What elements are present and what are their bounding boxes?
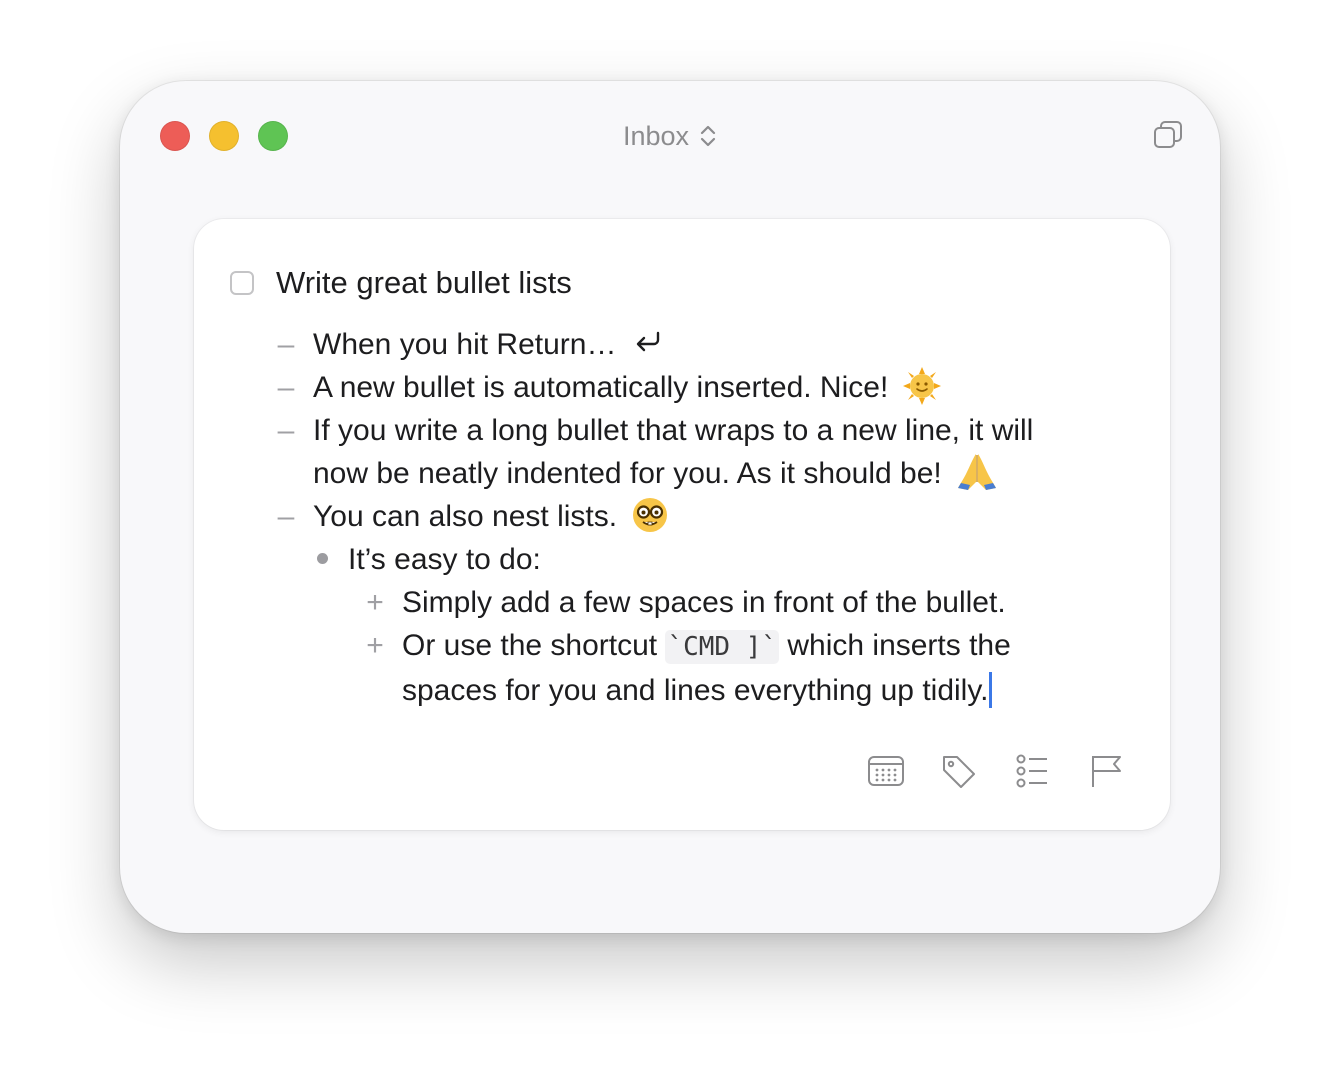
sun-with-face-emoji xyxy=(902,367,941,406)
list-item-nested: It’s easy to do: xyxy=(274,538,1134,581)
calendar-icon[interactable] xyxy=(866,753,906,789)
inline-code: `CMD ]` xyxy=(665,630,780,665)
dash-bullet: – xyxy=(277,500,295,534)
list-item-nested-2: + Simply add a few spaces in front of th… xyxy=(274,581,1134,624)
task-notes[interactable]: – When you hit Return… – A new bullet is… xyxy=(274,323,1134,712)
task-title[interactable]: Write great bullet lists xyxy=(276,263,572,303)
list-item-nested-2: + Or use the shortcut `CMD ]` which inse… xyxy=(274,624,1134,669)
list-item: – If you write a long bullet that wraps … xyxy=(274,409,1134,452)
dash-bullet: – xyxy=(277,328,295,361)
list-item-text: A new bullet is automatically inserted. … xyxy=(313,371,889,404)
folded-hands-emoji xyxy=(958,454,997,491)
list-item-text: It’s easy to do: xyxy=(348,543,541,577)
dash-bullet: – xyxy=(277,414,295,447)
list-item-text: which inserts the xyxy=(779,629,1011,663)
list-item-text: If you write a long bullet that wraps to… xyxy=(313,414,1034,447)
list-item-text: You can also nest lists. xyxy=(313,500,618,534)
task-card: Write great bullet lists – When you hit … xyxy=(194,219,1170,830)
chevron-up-down-icon xyxy=(700,125,716,147)
list-item: – A new bullet is automatically inserted… xyxy=(274,366,1134,409)
nerd-face-emoji xyxy=(633,498,668,533)
list-item-continuation: spaces for you and lines everything up t… xyxy=(274,669,1134,712)
list-item-text: When you hit Return… xyxy=(313,328,617,361)
list-item-text: Or use the shortcut xyxy=(402,629,666,663)
plus-bullet: + xyxy=(366,629,384,663)
task-toolbar xyxy=(866,753,1125,789)
list-item-continuation: now be neatly indented for you. As it sh… xyxy=(274,452,1134,495)
task-row: Write great bullet lists xyxy=(230,263,572,303)
list-item: – You can also nest lists. xyxy=(274,495,1134,538)
list-item-text: now be neatly indented for you. As it sh… xyxy=(313,457,942,490)
title-bar: Inbox xyxy=(120,117,1220,155)
window-title: Inbox xyxy=(622,121,690,151)
duplicate-window-icon[interactable] xyxy=(1152,119,1184,151)
text-cursor xyxy=(989,672,993,709)
round-bullet xyxy=(310,538,334,581)
list-selector[interactable]: Inbox xyxy=(623,117,717,155)
task-checkbox[interactable] xyxy=(230,271,254,295)
list-item-text: Simply add a few spaces in front of the … xyxy=(402,586,1006,620)
flag-icon[interactable] xyxy=(1085,753,1125,789)
return-arrow-icon xyxy=(636,331,660,352)
dash-bullet: – xyxy=(277,371,295,404)
app-window: Inbox Write great bullet lists – When yo… xyxy=(120,81,1220,933)
list-item-text: spaces for you and lines everything up t… xyxy=(402,674,989,708)
checklist-icon[interactable] xyxy=(1012,753,1052,789)
plus-bullet: + xyxy=(366,586,384,620)
tag-icon[interactable] xyxy=(939,753,979,789)
list-item: – When you hit Return… xyxy=(274,323,1134,366)
